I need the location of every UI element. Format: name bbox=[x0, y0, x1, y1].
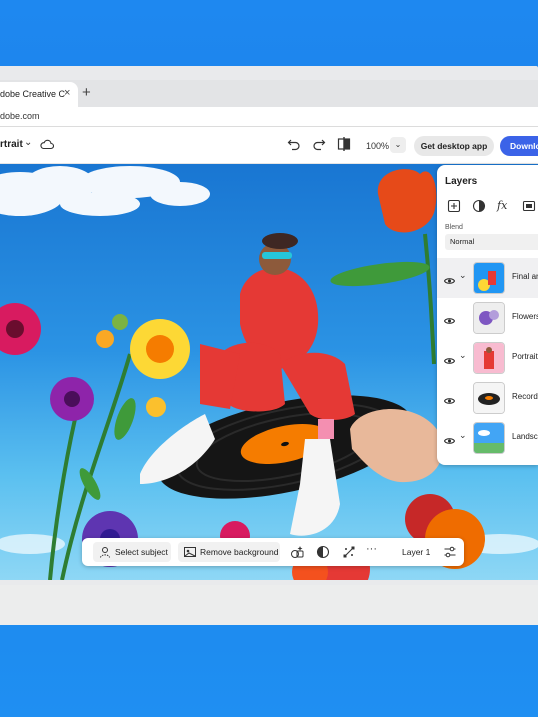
transform-icon[interactable] bbox=[342, 545, 356, 564]
get-desktop-app-button[interactable]: Get desktop app bbox=[414, 136, 494, 156]
browser-tab-bar bbox=[0, 80, 538, 107]
layers-panel-title: Layers bbox=[445, 176, 478, 187]
mask-icon[interactable] bbox=[472, 199, 486, 213]
select-subject-icon bbox=[98, 545, 112, 566]
layer-row-flowers[interactable]: Flowers bbox=[437, 298, 538, 338]
layer-thumbnail bbox=[473, 262, 505, 294]
layer-name: Portrait bbox=[512, 352, 538, 361]
device-bottom-bezel bbox=[0, 585, 538, 625]
select-subject-label: Select subject bbox=[115, 547, 168, 557]
document-title[interactable]: rtrait bbox=[0, 139, 23, 150]
chevron-down-icon[interactable]: ⌄ bbox=[459, 430, 467, 441]
address-bar[interactable]: dobe.com bbox=[0, 107, 538, 127]
contextual-taskbar: Select subject Remove background ··· Lay… bbox=[82, 538, 464, 566]
remove-background-icon bbox=[183, 545, 197, 566]
add-layer-icon[interactable] bbox=[447, 199, 461, 213]
app-header: rtrait ⌄ 100% ⌄ Get desktop app Downlo bbox=[0, 127, 538, 164]
blend-label: Blend bbox=[445, 224, 463, 231]
layer-name: Record bbox=[512, 392, 538, 401]
eye-icon[interactable] bbox=[443, 312, 456, 330]
adjustments-icon[interactable] bbox=[316, 545, 330, 564]
layer-thumbnail bbox=[473, 342, 505, 374]
layer-name: Final ar bbox=[512, 272, 538, 281]
fx-icon[interactable]: fx bbox=[497, 199, 511, 213]
redo-icon[interactable] bbox=[312, 136, 326, 157]
chevron-down-icon[interactable]: ⌄ bbox=[24, 137, 32, 148]
browser-tab[interactable]: dobe Creative C × bbox=[0, 82, 78, 107]
tab-close-icon[interactable]: × bbox=[64, 87, 70, 99]
browser-tab-title: dobe Creative C bbox=[0, 89, 66, 99]
layers-panel: Layers fx Blend Normal ⌄ Final ar Flower… bbox=[437, 165, 538, 465]
more-options-icon[interactable]: ··· bbox=[366, 543, 377, 555]
layer-properties-icon[interactable] bbox=[443, 545, 457, 564]
download-button[interactable]: Downlo bbox=[500, 136, 538, 156]
layer-name: Flowers bbox=[512, 312, 538, 321]
address-bar-url: dobe.com bbox=[0, 111, 40, 121]
layer-thumbnail bbox=[473, 302, 505, 334]
new-tab-button[interactable]: + bbox=[82, 84, 91, 101]
blend-mode-select[interactable]: Normal bbox=[445, 234, 538, 250]
layer-row-final[interactable]: ⌄ Final ar bbox=[437, 258, 538, 298]
layer-row-portrait[interactable]: ⌄ Portrait bbox=[437, 338, 538, 378]
zoom-dropdown-icon[interactable]: ⌄ bbox=[390, 137, 406, 153]
remove-background-label: Remove background bbox=[200, 547, 279, 557]
generative-fill-icon[interactable] bbox=[290, 545, 304, 564]
eye-icon[interactable] bbox=[443, 352, 456, 370]
chevron-down-icon[interactable]: ⌄ bbox=[459, 350, 467, 361]
compare-icon[interactable] bbox=[337, 136, 351, 157]
layer-thumbnail bbox=[473, 422, 505, 454]
select-subject-button[interactable]: Select subject bbox=[93, 542, 171, 562]
cloud-icon bbox=[40, 137, 55, 155]
frame-icon[interactable] bbox=[522, 199, 536, 213]
eye-icon[interactable] bbox=[443, 272, 456, 290]
layer-name: Landsc bbox=[512, 432, 538, 441]
chevron-down-icon[interactable]: ⌄ bbox=[459, 270, 467, 281]
current-layer-label[interactable]: Layer 1 bbox=[402, 547, 430, 557]
eye-icon[interactable] bbox=[443, 392, 456, 410]
eye-icon[interactable] bbox=[443, 432, 456, 450]
zoom-level[interactable]: 100% bbox=[366, 141, 389, 151]
undo-icon[interactable] bbox=[287, 136, 301, 157]
layer-thumbnail bbox=[473, 382, 505, 414]
layer-row-record[interactable]: Record bbox=[437, 378, 538, 418]
remove-background-button[interactable]: Remove background bbox=[178, 542, 280, 562]
layer-row-landscape[interactable]: ⌄ Landsc bbox=[437, 418, 538, 458]
